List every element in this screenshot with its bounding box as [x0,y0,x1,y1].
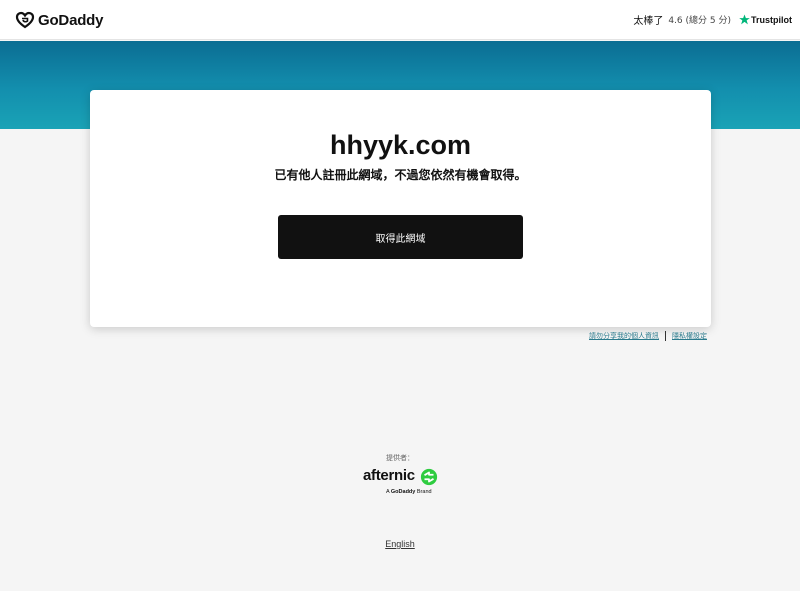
logo-text: GoDaddy [38,11,104,29]
language-english-link[interactable]: English [385,539,415,549]
domain-card: hhyyk.com 已有他人註冊此網域，不過您依然有機會取得。 取得此網域 [90,90,711,327]
do-not-share-link[interactable]: 請勿分享我的個人資訊 [589,331,659,341]
trustpilot-rating[interactable]: 太棒了 4.6 (總分 5 分) Trustpilot [633,12,792,27]
domain-subtitle: 已有他人註冊此網域，不過您依然有機會取得。 [274,168,527,182]
tagline-parent: GoDaddy [390,489,416,495]
trustpilot-logo: Trustpilot [739,14,792,25]
afternic-mark-icon [420,468,438,486]
privacy-settings-link[interactable]: 隱私權設定 [672,331,707,341]
afternic-logo[interactable]: afternic A GoDaddy Brand [363,467,439,499]
tagline-prefix: A [386,489,390,495]
rating-score: 4.6 (總分 5 分) [668,16,731,26]
tagline-suffix: Brand [416,489,432,495]
trustpilot-text: Trustpilot [751,14,792,25]
language-switcher: English [0,539,800,549]
link-divider [665,331,666,341]
privacy-links: 請勿分享我的個人資訊 隱私權設定 [589,331,707,341]
rating-label: 太棒了 [633,16,664,27]
godaddy-logo[interactable]: GoDaddy [15,10,103,30]
afternic-wordmark: afternic [363,467,415,484]
provided-by-label: 提供者： [386,454,414,462]
trustpilot-star-icon [739,14,750,25]
afternic-tagline: A GoDaddy Brand [386,489,432,495]
godaddy-logo-icon [15,11,35,29]
domain-title: hhyyk.com [329,130,472,160]
top-bar: GoDaddy 太棒了 4.6 (總分 5 分) Trustpilot [0,0,800,40]
get-domain-button[interactable]: 取得此網域 [278,215,523,259]
